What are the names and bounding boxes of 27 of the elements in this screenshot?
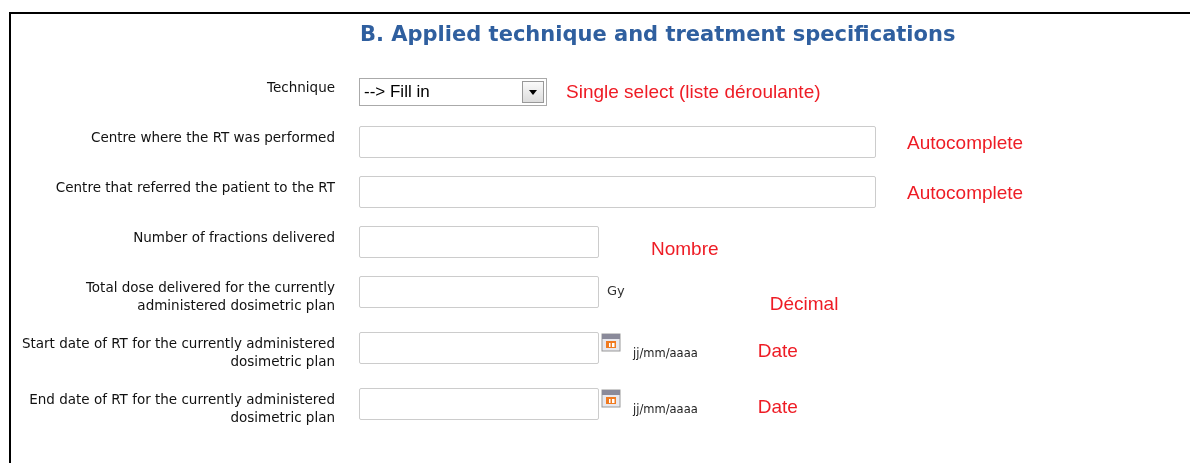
unit-label: Gy	[607, 282, 625, 298]
date-field[interactable]	[359, 332, 599, 364]
annotation-text: Autocomplete	[907, 131, 1024, 154]
field-label: Total dose delivered for the currently administered dosimetric plan	[84, 278, 335, 314]
number-field[interactable]	[359, 276, 599, 308]
annotation-text: Autocomplete	[907, 181, 1024, 204]
text-field[interactable]	[359, 126, 876, 158]
annotation-text: Single select (liste déroulante)	[566, 81, 821, 103]
number-field[interactable]	[359, 226, 599, 258]
field-label: Number of fractions delivered	[132, 228, 335, 247]
annotation-text: Décimal	[769, 292, 839, 315]
field-label: Centre where the RT was performed	[90, 128, 335, 147]
technique-dropdown[interactable]: --> Fill in	[359, 78, 547, 106]
date-format-hint: jj/mm/aaaa	[633, 401, 698, 416]
annotation-text: Date	[757, 339, 798, 362]
section-title: B. Applied technique and treatment specifications	[360, 22, 957, 46]
text-field[interactable]	[359, 176, 876, 208]
calendar-icon[interactable]	[601, 388, 621, 408]
annotation-text: Date	[757, 395, 798, 418]
field-label: Start date of RT for the currently administered dosimetric plan	[20, 334, 335, 370]
field-label: End date of RT for the currently administered dosimetric plan	[28, 390, 335, 426]
date-field[interactable]	[359, 388, 599, 420]
date-format-hint: jj/mm/aaaa	[633, 345, 698, 360]
calendar-icon[interactable]	[601, 332, 621, 352]
annotation-text: Nombre	[651, 237, 719, 260]
field-label: Technique	[266, 78, 335, 97]
field-label: Centre that referred the patient to the RT	[54, 178, 335, 197]
